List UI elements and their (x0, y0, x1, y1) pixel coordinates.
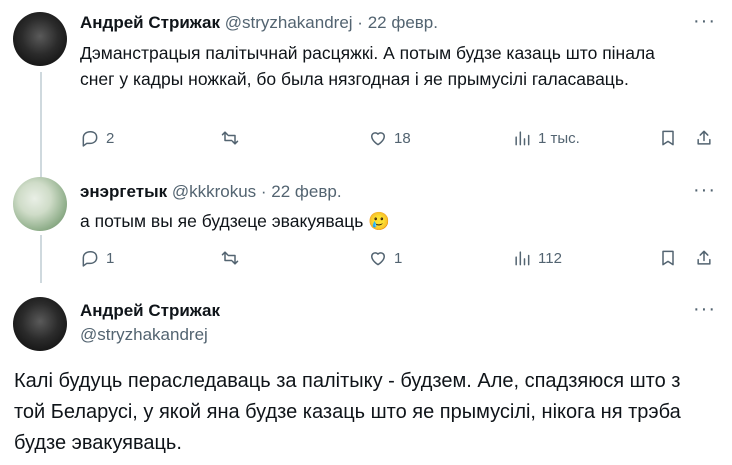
reply-button[interactable]: 1 (80, 248, 114, 268)
thread-line (40, 72, 42, 182)
author-handle[interactable]: @stryzhakandrej (80, 325, 208, 345)
tweet-text: а потым вы яе будзеце эвакуяваць 🥲 (80, 208, 680, 234)
separator: · (260, 182, 267, 201)
author-name[interactable]: Андрей Стрижак (80, 13, 220, 32)
author-name[interactable]: энэргетык (80, 182, 167, 201)
separator: · (357, 13, 363, 32)
reply-button[interactable]: 2 (80, 128, 114, 148)
analytics-icon (515, 251, 530, 266)
tweet-text: Калі будуць пераследаваць за палітыку - … (14, 370, 681, 454)
author-name[interactable]: Андрей Стрижак (80, 301, 220, 321)
thread-line (40, 235, 42, 283)
views-count: 112 (538, 249, 562, 267)
bookmark-icon (662, 250, 674, 266)
like-button[interactable]: 18 (368, 128, 411, 148)
tweet-text-content: а потым вы яе будзеце эвакуяваць (80, 211, 364, 231)
tweet-text: Дэманстрацыя палітычнай расцяжкі. А поты… (80, 43, 655, 89)
reply-icon (82, 251, 98, 267)
bookmark-icon (662, 130, 674, 146)
tweet-header: Андрей Стрижак @stryzhakandrej · 22 февр… (80, 13, 438, 33)
reply-count: 2 (106, 129, 115, 147)
avatar[interactable] (13, 12, 67, 66)
action-bar: 1 1 112 (80, 248, 720, 274)
more-options-icon[interactable]: ··· (693, 10, 716, 33)
avatar[interactable] (13, 177, 67, 231)
tweet-date[interactable]: 22 февр. (271, 182, 341, 201)
more-options-icon[interactable]: ··· (693, 179, 716, 202)
reply-icon (82, 131, 98, 147)
share-button[interactable] (694, 248, 714, 268)
retweet-button[interactable] (220, 128, 240, 148)
author-handle[interactable]: @stryzhakandrej (225, 13, 353, 32)
reply-count: 1 (106, 249, 115, 267)
tweet-date[interactable]: 22 февр. (368, 13, 438, 32)
share-icon (697, 130, 711, 145)
like-count: 1 (394, 249, 403, 267)
heart-icon (371, 252, 385, 266)
retweet-icon (221, 251, 239, 265)
retweet-icon (221, 131, 239, 145)
like-button[interactable]: 1 (368, 248, 402, 268)
avatar[interactable] (13, 297, 67, 351)
more-options-icon[interactable]: ··· (693, 298, 716, 321)
bookmark-button[interactable] (658, 248, 678, 268)
emoji: 🥲 (368, 211, 391, 231)
tweet-header: энэргетык @kkkrokus · 22 февр. (80, 182, 342, 202)
share-button[interactable] (694, 128, 714, 148)
analytics-icon (515, 131, 530, 146)
heart-icon (371, 132, 385, 146)
share-icon (697, 250, 711, 265)
author-handle[interactable]: @kkkrokus (172, 182, 256, 201)
retweet-button[interactable] (220, 248, 240, 268)
views-button[interactable]: 1 тыс. (512, 128, 580, 148)
action-bar: 2 18 1 тыс. (80, 128, 720, 154)
views-count: 1 тыс. (538, 129, 580, 147)
views-button[interactable]: 112 (512, 248, 562, 268)
like-count: 18 (394, 129, 411, 147)
bookmark-button[interactable] (658, 128, 678, 148)
